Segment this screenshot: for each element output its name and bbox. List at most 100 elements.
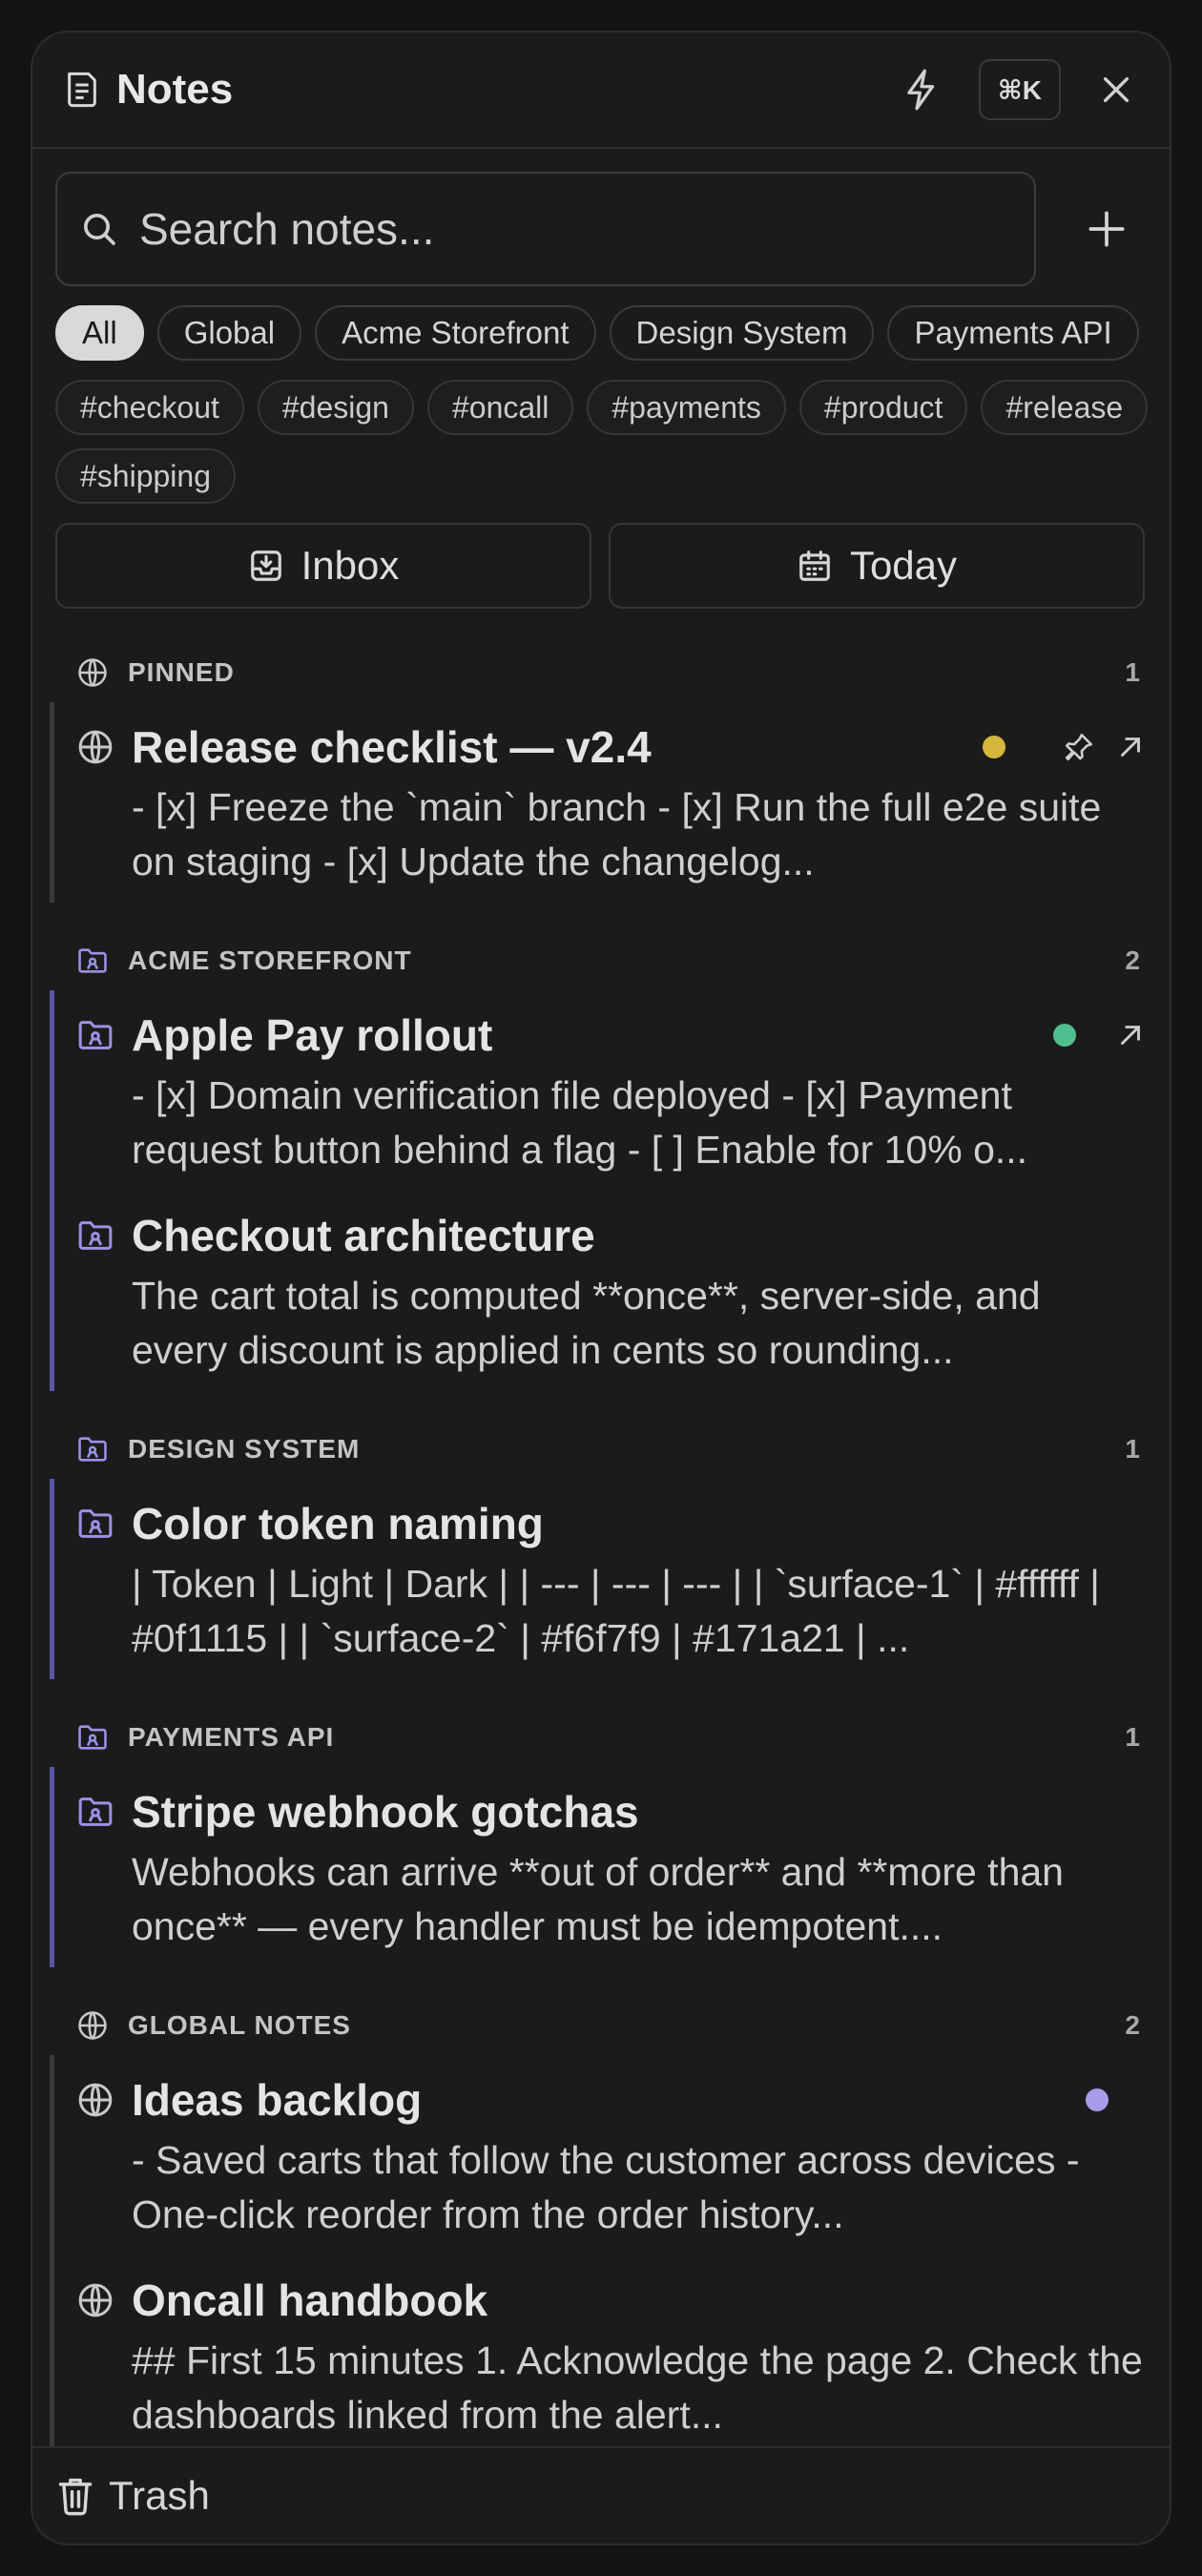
tag-chip-product[interactable]: #product [798, 380, 968, 435]
new-note-button[interactable] [1068, 191, 1145, 267]
close-icon [1103, 76, 1129, 103]
trash-label: Trash [109, 2473, 210, 2518]
note-title: Release checklist — v2.4 [132, 722, 652, 772]
note-preview: Webhooks can arrive **out of order** and… [132, 1850, 1064, 1948]
inbox-button[interactable]: Inbox [55, 523, 591, 609]
project-folder-icon [76, 1016, 114, 1054]
project-folder-icon [76, 1721, 109, 1754]
note-item[interactable]: Stripe webhook gotchas Webhooks can arriv… [54, 1767, 1170, 1967]
section-title: PINNED [128, 657, 235, 687]
section-header-global-notes: GLOBAL NOTES 2 [32, 1996, 1170, 2055]
note-preview: ## First 15 minutes 1. Acknowledge the p… [132, 2338, 1143, 2437]
note-title: Apple Pay rollout [132, 1010, 493, 1060]
note-item[interactable]: Ideas backlog - Saved carts that follow t… [54, 2055, 1170, 2255]
command-palette-shortcut[interactable]: ⌘K [978, 59, 1061, 120]
color-dot [1053, 1024, 1076, 1047]
panel-header: Notes ⌘K [32, 32, 1170, 149]
pin-icon[interactable] [1063, 731, 1095, 763]
note-title: Color token naming [132, 1499, 544, 1548]
tag-chip-payments[interactable]: #payments [587, 380, 786, 435]
section-count: 1 [1125, 657, 1141, 687]
open-external-icon[interactable] [1114, 731, 1147, 763]
calendar-icon [799, 551, 830, 581]
globe-icon [76, 2281, 114, 2319]
note-icon [68, 72, 96, 108]
scope-chip-acme-storefront[interactable]: Acme Storefront [315, 305, 596, 361]
project-folder-icon [76, 945, 109, 977]
note-group: Release checklist — v2.4 - [x] Freeze the… [50, 702, 1170, 903]
globe-icon [76, 2081, 114, 2119]
section-count: 1 [1125, 1722, 1141, 1752]
search-input[interactable] [139, 174, 1034, 284]
inbox-icon [250, 551, 281, 581]
note-item[interactable]: Checkout architecture The cart total is c… [54, 1191, 1170, 1391]
section-count: 1 [1125, 1434, 1141, 1464]
notes-panel: Notes ⌘K All Global Acme Storef [31, 31, 1171, 2545]
section-count: 2 [1125, 945, 1141, 975]
trash-icon [58, 2478, 93, 2516]
quick-capture-button[interactable] [897, 61, 946, 118]
note-item[interactable]: Release checklist — v2.4 - [x] Freeze the… [54, 702, 1170, 903]
note-preview: | Token | Light | Dark | | --- | --- | -… [132, 1562, 1100, 1660]
note-group: Apple Pay rollout - [x] Domain verificati… [50, 990, 1170, 1391]
note-title: Oncall handbook [132, 2275, 488, 2325]
inbox-label: Inbox [300, 543, 400, 588]
panel-title: Notes [116, 66, 234, 113]
section-title: ACME STOREFRONT [128, 945, 412, 975]
color-dot [983, 736, 1005, 758]
search-row [55, 172, 1143, 286]
note-title: Stripe webhook gotchas [132, 1787, 639, 1837]
note-preview: The cart total is computed **once**, ser… [132, 1274, 1041, 1372]
section-title: PAYMENTS API [128, 1722, 335, 1752]
search-icon [84, 214, 115, 245]
tag-chip-checkout[interactable]: #checkout [55, 380, 244, 435]
search-box [55, 172, 1036, 286]
note-header: Release checklist — v2.4 [76, 714, 1147, 780]
tag-chip-design[interactable]: #design [257, 380, 414, 435]
tag-chip-oncall[interactable]: #oncall [426, 380, 574, 435]
section-count: 2 [1125, 2010, 1141, 2040]
project-folder-icon [76, 1793, 114, 1831]
globe-icon [76, 2009, 109, 2042]
tag-chip-release[interactable]: #release [981, 380, 1149, 435]
section-title: GLOBAL NOTES [128, 2010, 351, 2040]
note-header: Stripe webhook gotchas [76, 1778, 1147, 1845]
scope-filter: All Global Acme Storefront Design System… [55, 305, 1152, 363]
scope-chip-all[interactable]: All [55, 305, 144, 361]
note-item[interactable]: Oncall handbook ## First 15 minutes 1. Ac… [54, 2255, 1170, 2456]
section-header-pinned: PINNED 1 [32, 643, 1170, 702]
scope-chip-design-system[interactable]: Design System [609, 305, 875, 361]
tag-filter: #checkout #design #oncall #payments #pro… [55, 380, 1152, 504]
plus-icon [1088, 211, 1125, 247]
scope-chip-payments-api[interactable]: Payments API [887, 305, 1139, 361]
open-external-icon[interactable] [1114, 1019, 1147, 1051]
project-folder-icon [76, 1505, 114, 1543]
tag-chip-shipping[interactable]: #shipping [55, 448, 236, 504]
note-preview: - [x] Domain verification file deployed … [132, 1073, 1028, 1172]
note-header: Color token naming [76, 1490, 1147, 1557]
note-list[interactable]: PINNED 1 Release checklist — v2.4 - [x] Fre… [32, 643, 1170, 2483]
note-header: Checkout architecture [76, 1202, 1147, 1269]
section-header-design-system: DESIGN SYSTEM 1 [32, 1420, 1170, 1479]
note-group: Color token naming | Token | Light | Dark… [50, 1479, 1170, 1679]
note-group: Stripe webhook gotchas Webhooks can arriv… [50, 1767, 1170, 1967]
note-item[interactable]: Color token naming | Token | Light | Dark… [54, 1479, 1170, 1679]
lightning-icon [907, 69, 934, 111]
view-buttons: Inbox Today [55, 523, 1145, 609]
today-button[interactable]: Today [609, 523, 1145, 609]
close-button[interactable] [1089, 63, 1143, 116]
note-header: Oncall handbook [76, 2267, 1147, 2334]
note-header: Ideas backlog [76, 2067, 1147, 2133]
note-preview: - Saved carts that follow the customer a… [132, 2138, 1080, 2236]
note-header: Apple Pay rollout [76, 1002, 1147, 1069]
globe-icon [76, 728, 114, 766]
note-title: Ideas backlog [132, 2075, 423, 2125]
note-group: Ideas backlog - Saved carts that follow t… [50, 2055, 1170, 2456]
project-folder-icon [76, 1433, 109, 1465]
scope-chip-global[interactable]: Global [156, 305, 302, 361]
section-header-payments-api: PAYMENTS API 1 [32, 1708, 1170, 1767]
note-item[interactable]: Apple Pay rollout - [x] Domain verificati… [54, 990, 1170, 1191]
globe-icon [76, 656, 109, 689]
trash-button[interactable]: Trash [32, 2446, 1170, 2544]
note-preview: - [x] Freeze the `main` branch - [x] Run… [132, 785, 1102, 883]
